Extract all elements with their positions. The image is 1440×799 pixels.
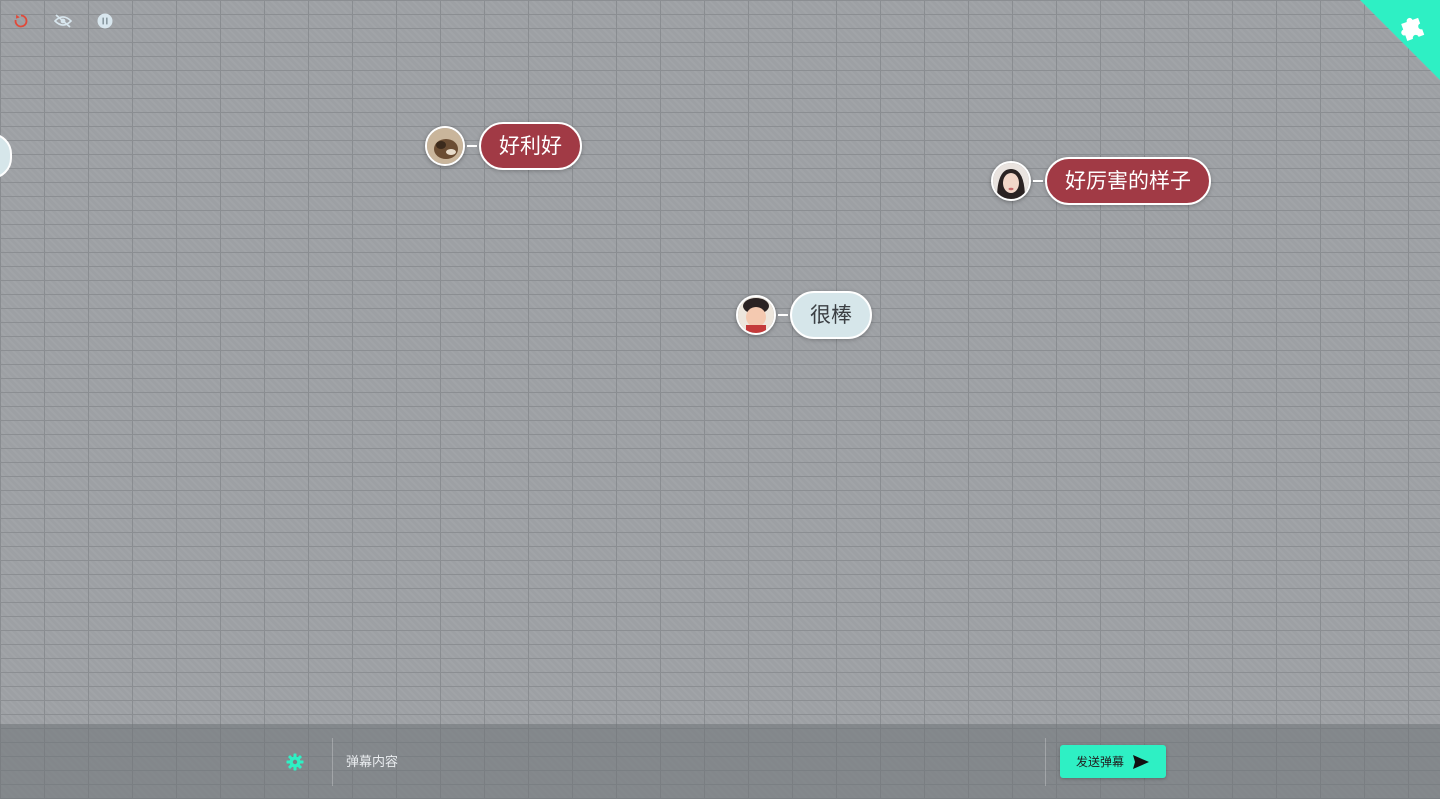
connector (778, 314, 788, 316)
danmaku-item: 好利好 (425, 121, 582, 171)
send-icon (1133, 754, 1149, 769)
danmaku-input[interactable] (333, 738, 1045, 786)
eye-off-icon[interactable] (54, 12, 72, 30)
danmaku-bubble: 很棒 (790, 291, 872, 339)
connector (467, 145, 477, 147)
danmaku-input-wrapper (332, 738, 1046, 786)
bottom-bar: 发送弹幕 (0, 724, 1440, 799)
avatar (736, 295, 776, 335)
connector (1033, 180, 1043, 182)
send-button[interactable]: 发送弹幕 (1060, 745, 1166, 778)
pause-icon[interactable] (96, 12, 114, 30)
avatar (991, 161, 1031, 201)
danmaku-item: 好厉害的样子 (991, 156, 1211, 206)
danmaku-bubble-partial (0, 133, 12, 179)
refresh-icon[interactable] (12, 12, 30, 30)
send-button-label: 发送弹幕 (1075, 755, 1124, 769)
danmaku-bubble: 好利好 (479, 122, 582, 170)
avatar (425, 126, 465, 166)
corner-ribbon[interactable] (1360, 0, 1440, 80)
danmaku-bubble: 好厉害的样子 (1045, 157, 1211, 205)
top-toolbar (0, 0, 160, 44)
danmaku-item: 很棒 (736, 290, 872, 340)
gear-icon[interactable] (284, 751, 306, 773)
